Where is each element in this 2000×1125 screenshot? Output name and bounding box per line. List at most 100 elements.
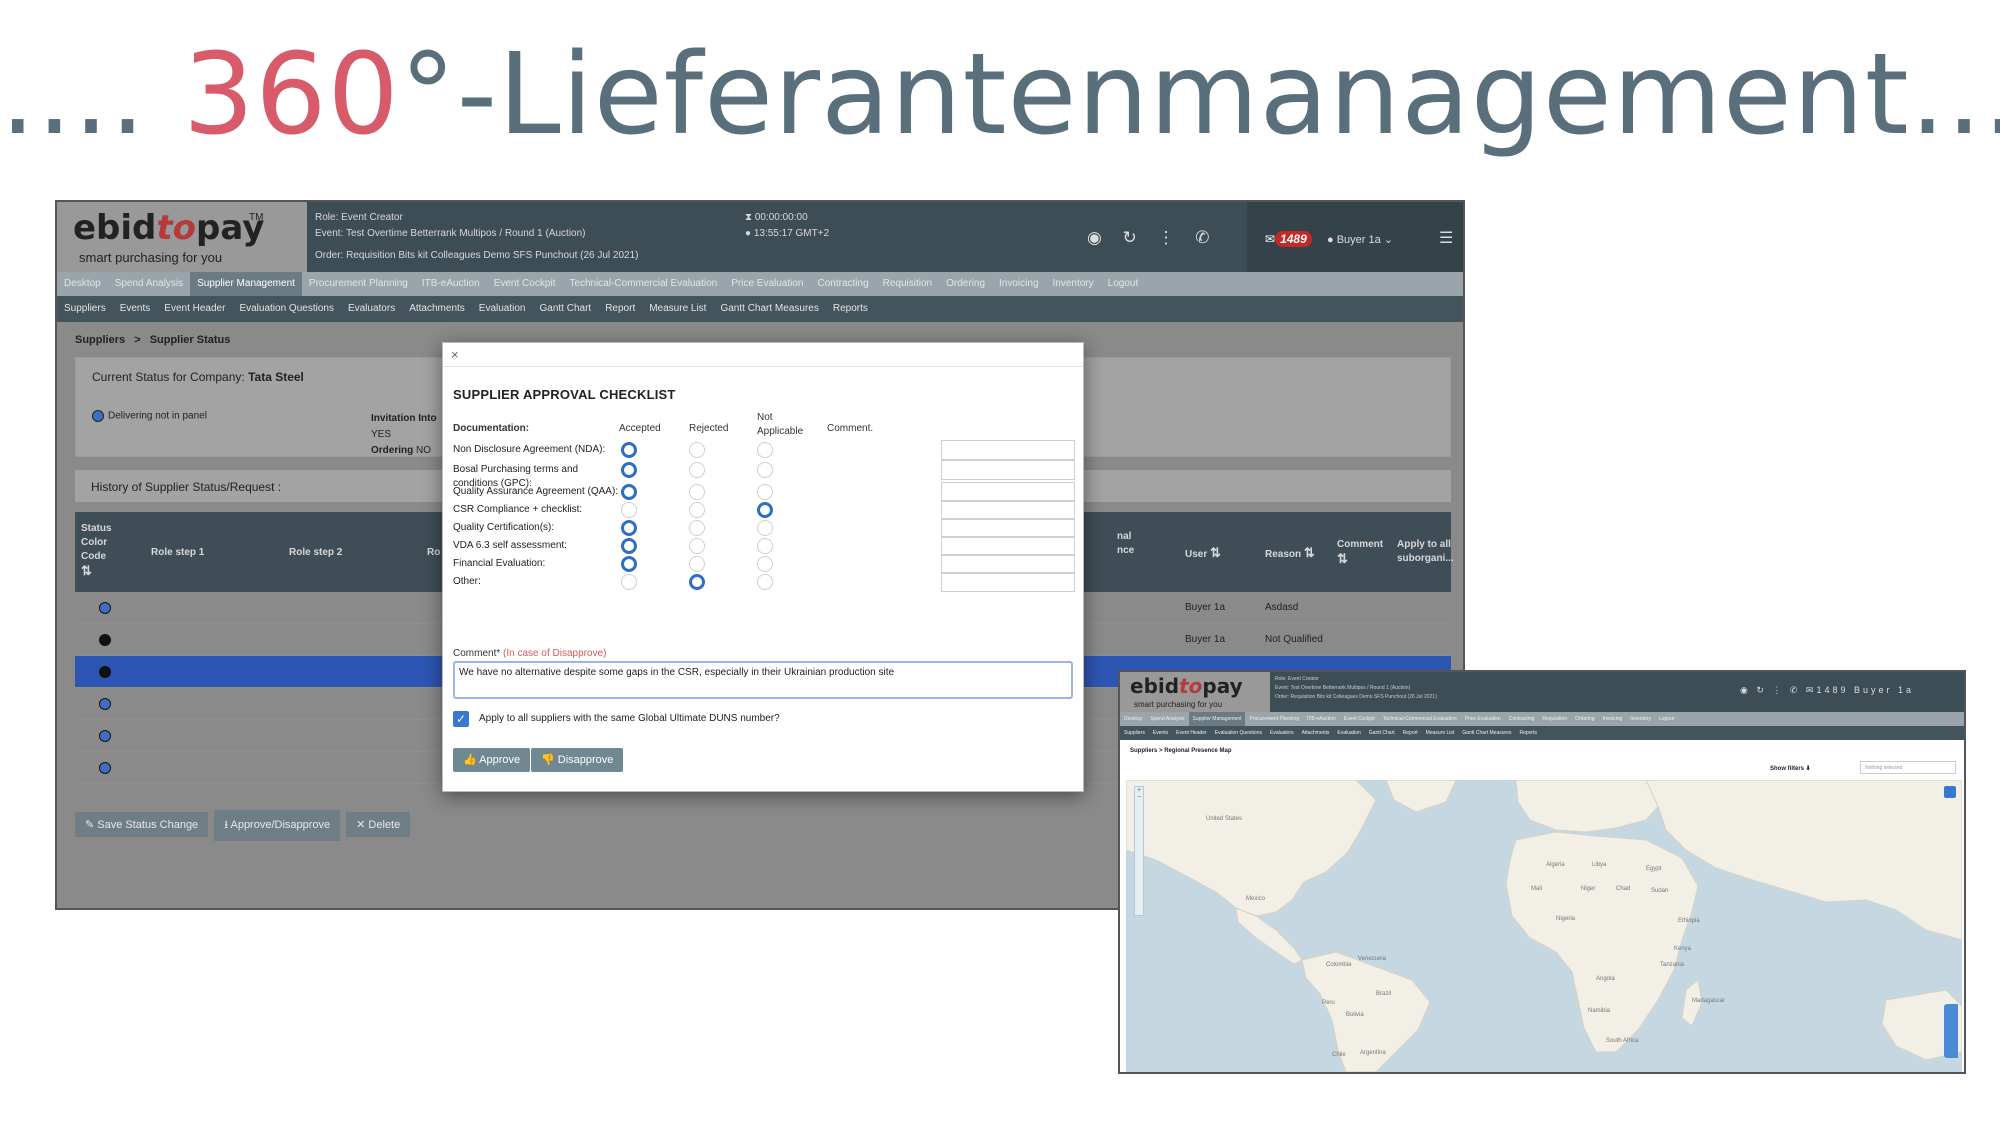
radio-rejected[interactable] bbox=[689, 556, 705, 572]
map-subnav-item-evaluators[interactable]: Evaluators bbox=[1266, 726, 1298, 740]
map-nav-item-inventory[interactable]: Inventory bbox=[1626, 712, 1655, 726]
map-nav-item-supplier-management[interactable]: Supplier Management bbox=[1188, 712, 1246, 726]
col-apply-all[interactable]: Apply to all suborgani... bbox=[1397, 538, 1457, 566]
radio-na[interactable] bbox=[757, 462, 773, 478]
nav-item-supplier-management[interactable]: Supplier Management bbox=[190, 272, 302, 296]
subnav-item-event-header[interactable]: Event Header bbox=[157, 296, 232, 321]
map-header-icons[interactable]: ◉ ↻ ⋮ ✆ ✉1489 Buyer 1a bbox=[1740, 685, 1914, 696]
radio-na[interactable] bbox=[757, 574, 773, 590]
map-filter-select[interactable]: Nothing selected bbox=[1860, 761, 1956, 774]
close-icon[interactable]: × bbox=[451, 347, 459, 362]
radio-rejected[interactable] bbox=[689, 484, 705, 500]
map-subnav-item-gantt-chart[interactable]: Gantt Chart bbox=[1365, 726, 1399, 740]
map-subnav-item-gantt-chart-measures[interactable]: Gantt Chart Measures bbox=[1458, 726, 1515, 740]
radio-rejected[interactable] bbox=[689, 538, 705, 554]
nav-item-contracting[interactable]: Contracting bbox=[811, 272, 876, 296]
save-status-button[interactable]: ✎ Save Status Change bbox=[75, 812, 209, 837]
zoom-out-button[interactable]: − bbox=[1135, 794, 1143, 801]
map-subnav-item-measure-list[interactable]: Measure List bbox=[1422, 726, 1459, 740]
col-comment[interactable]: Comment ⇅ bbox=[1337, 538, 1383, 568]
radio-accepted[interactable] bbox=[621, 442, 637, 458]
zoom-in-button[interactable]: + bbox=[1135, 787, 1143, 794]
radio-rejected[interactable] bbox=[689, 502, 705, 518]
map-nav-item-technical-commercial-evaluation[interactable]: Technical-Commercial Evaluation bbox=[1379, 712, 1461, 726]
radio-accepted[interactable] bbox=[621, 538, 637, 554]
subnav-item-measure-list[interactable]: Measure List bbox=[642, 296, 713, 321]
nav-item-ordering[interactable]: Ordering bbox=[939, 272, 992, 296]
comment-input[interactable] bbox=[941, 440, 1075, 460]
subnav-item-attachments[interactable]: Attachments bbox=[402, 296, 472, 321]
nav-item-spend-analysis[interactable]: Spend Analysis bbox=[108, 272, 190, 296]
ebidtopay-logo[interactable]: ebidtopay bbox=[73, 208, 264, 248]
radio-accepted[interactable] bbox=[621, 520, 637, 536]
comment-input[interactable] bbox=[941, 572, 1075, 592]
zoom-control[interactable]: + − bbox=[1134, 786, 1144, 916]
map-nav-item-invoicing[interactable]: Invoicing bbox=[1599, 712, 1627, 726]
nav-item-invoicing[interactable]: Invoicing bbox=[992, 272, 1045, 296]
map-subnav-item-report[interactable]: Report bbox=[1399, 726, 1422, 740]
nav-item-price-evaluation[interactable]: Price Evaluation bbox=[724, 272, 810, 296]
radio-rejected[interactable] bbox=[689, 574, 705, 590]
map-subnav-item-evaluation-questions[interactable]: Evaluation Questions bbox=[1211, 726, 1266, 740]
map-nav-item-itb-eauction[interactable]: ITB-eAuction bbox=[1303, 712, 1340, 726]
world-map[interactable]: United States Mexico Brazil Algeria Libya Egy… bbox=[1126, 780, 1962, 1072]
col-role-step-1[interactable]: Role step 1 bbox=[151, 546, 204, 560]
comment-input[interactable] bbox=[941, 518, 1075, 538]
map-nav-item-spend-analysis[interactable]: Spend Analysis bbox=[1146, 712, 1188, 726]
nav-item-procurement-planning[interactable]: Procurement Planning bbox=[302, 272, 415, 296]
subnav-item-gantt-chart-measures[interactable]: Gantt Chart Measures bbox=[713, 296, 825, 321]
map-nav-item-requisition[interactable]: Requisition bbox=[1538, 712, 1571, 726]
apply-all-checkbox[interactable]: ✓ bbox=[453, 711, 469, 727]
nav-item-inventory[interactable]: Inventory bbox=[1046, 272, 1101, 296]
subnav-item-gantt-chart[interactable]: Gantt Chart bbox=[533, 296, 599, 321]
map-subnav-item-event-header[interactable]: Event Header bbox=[1172, 726, 1211, 740]
subnav-item-suppliers[interactable]: Suppliers bbox=[57, 296, 113, 321]
col-final-instance[interactable]: nal nce bbox=[1117, 530, 1145, 558]
map-nav-item-price-evaluation[interactable]: Price Evaluation bbox=[1461, 712, 1505, 726]
map-subnav-item-reports[interactable]: Reports bbox=[1515, 726, 1541, 740]
map-nav-item-desktop[interactable]: Desktop bbox=[1120, 712, 1146, 726]
comment-input[interactable] bbox=[941, 482, 1075, 502]
comment-input[interactable] bbox=[941, 536, 1075, 556]
col-user[interactable]: User ⇅ bbox=[1185, 546, 1221, 562]
approve-disapprove-button[interactable]: ⭳ Approve/Disapprove bbox=[214, 810, 341, 841]
nav-item-desktop[interactable]: Desktop bbox=[57, 272, 108, 296]
chat-tab[interactable] bbox=[1944, 1004, 1958, 1058]
radio-rejected[interactable] bbox=[689, 520, 705, 536]
map-nav-item-contracting[interactable]: Contracting bbox=[1505, 712, 1539, 726]
subnav-item-evaluators[interactable]: Evaluators bbox=[341, 296, 402, 321]
map-subnav-item-suppliers[interactable]: Suppliers bbox=[1120, 726, 1149, 740]
radio-accepted[interactable] bbox=[621, 462, 637, 478]
nav-item-logout[interactable]: Logout bbox=[1101, 272, 1146, 296]
header-icons[interactable]: ◉ ↻ ⋮ ✆ bbox=[1087, 228, 1218, 248]
col-status[interactable]: Status Color Code ⇅ bbox=[81, 522, 121, 580]
map-subnav-item-evaluation[interactable]: Evaluation bbox=[1333, 726, 1364, 740]
radio-accepted[interactable] bbox=[621, 574, 637, 590]
comment-input[interactable] bbox=[941, 500, 1075, 520]
show-filters-button[interactable]: Show filters ⬇ bbox=[1770, 765, 1811, 772]
map-ebidtopay-logo[interactable]: ebidtopay bbox=[1130, 674, 1243, 698]
disapprove-button[interactable]: 👎 Disapprove bbox=[531, 748, 624, 772]
comment-input[interactable] bbox=[941, 460, 1075, 480]
radio-rejected[interactable] bbox=[689, 462, 705, 478]
map-nav-item-event-cockpit[interactable]: Event Cockpit bbox=[1340, 712, 1379, 726]
notification-badge[interactable]: ✉ 1489 bbox=[1265, 231, 1312, 247]
subnav-item-reports[interactable]: Reports bbox=[826, 296, 875, 321]
menu-icon[interactable]: ☰ bbox=[1439, 228, 1453, 248]
subnav-item-evaluation[interactable]: Evaluation bbox=[472, 296, 533, 321]
approve-button[interactable]: 👍 Approve bbox=[453, 748, 531, 772]
radio-na[interactable] bbox=[757, 556, 773, 572]
nav-item-event-cockpit[interactable]: Event Cockpit bbox=[487, 272, 563, 296]
breadcrumb-suppliers[interactable]: Suppliers bbox=[75, 334, 125, 346]
map-nav-item-ordering[interactable]: Ordering bbox=[1571, 712, 1598, 726]
delete-button[interactable]: ✕ Delete bbox=[346, 812, 411, 837]
nav-item-technical-commercial-evaluation[interactable]: Technical-Commercial Evaluation bbox=[562, 272, 724, 296]
radio-na[interactable] bbox=[757, 442, 773, 458]
comment-input[interactable] bbox=[941, 554, 1075, 574]
radio-accepted[interactable] bbox=[621, 484, 637, 500]
radio-accepted[interactable] bbox=[621, 502, 637, 518]
map-nav-item-logout[interactable]: Logout bbox=[1655, 712, 1678, 726]
map-subnav-item-events[interactable]: Events bbox=[1149, 726, 1172, 740]
radio-rejected[interactable] bbox=[689, 442, 705, 458]
map-nav-item-procurement-planning[interactable]: Procurement Planning bbox=[1245, 712, 1302, 726]
